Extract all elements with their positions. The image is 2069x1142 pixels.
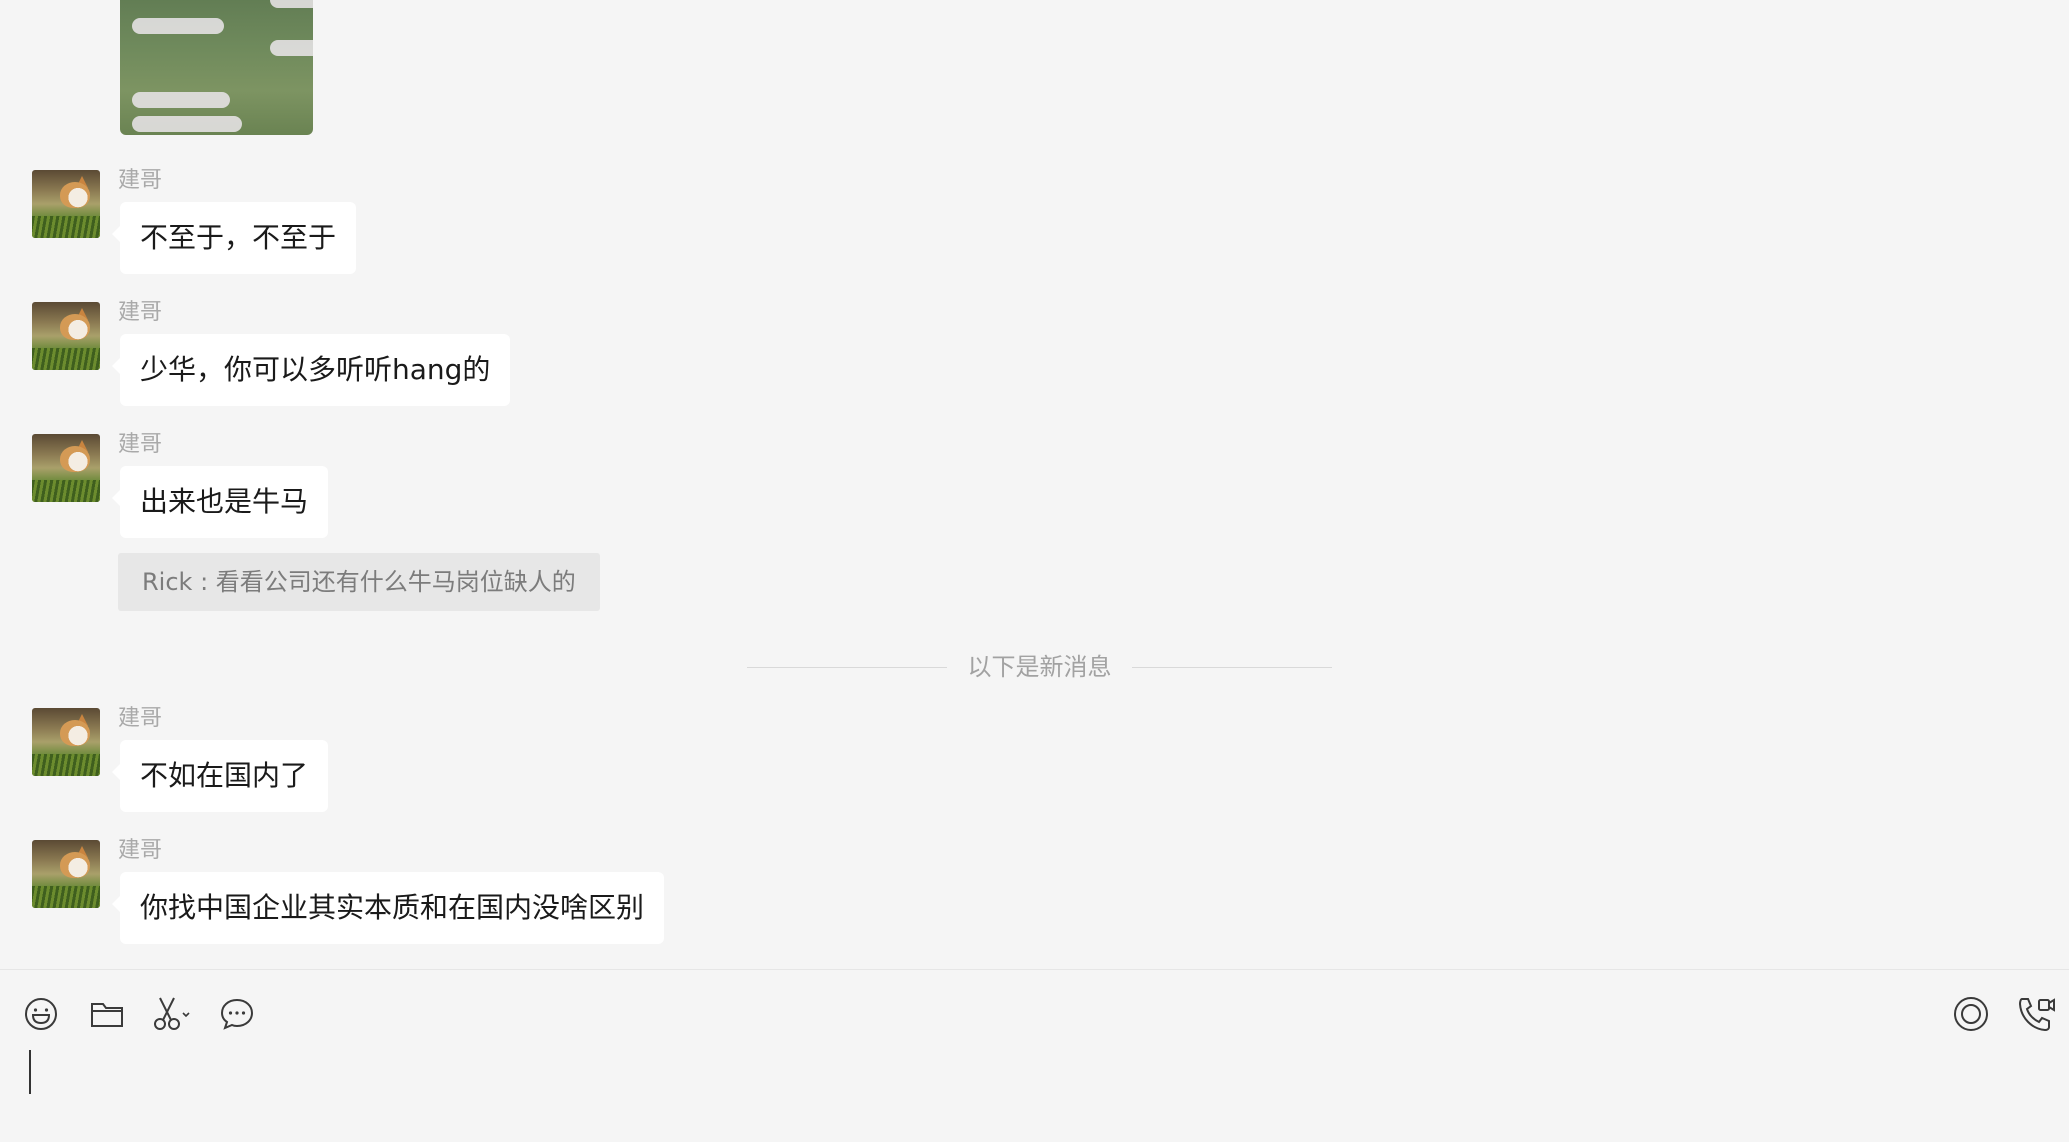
message-bubble[interactable]: 出来也是牛马 [111,466,329,538]
avatar[interactable] [32,840,100,908]
call-icon [2018,998,2055,1032]
message-row: 建哥 不如在国内了 [0,706,2069,828]
screenshot-button[interactable] [152,994,192,1034]
sender-name: 建哥 [118,838,163,863]
text-input-cursor[interactable] [29,1050,31,1094]
message-row: 建哥 出来也是牛马 [0,432,2069,554]
sender-name: 建哥 [118,300,163,325]
sender-name: 建哥 [118,168,163,193]
avatar[interactable] [32,434,100,502]
message-bubble[interactable]: 少华，你可以多听听hang的 [111,334,511,406]
sender-name: 建哥 [118,706,163,731]
new-messages-divider: 以下是新消息 [747,652,1332,682]
message-bubble[interactable]: 不如在国内了 [111,740,329,812]
chat-messages-area[interactable]: 建哥 不至于，不至于 建哥 少华，你可以多听听hang的 建哥 出来也是牛马 R… [0,0,2069,969]
message-row: 建哥 你找中国企业其实本质和在国内没啥区别 [0,838,2069,960]
emoji-icon [25,998,57,1030]
quoted-reply[interactable]: Rick : 看看公司还有什么牛马岗位缺人的 [118,553,600,611]
chat-history-button[interactable] [217,994,257,1034]
sender-name: 建哥 [118,432,163,457]
live-button[interactable] [1951,994,1991,1034]
message-bubble[interactable]: 不至于，不至于 [111,202,357,274]
message-input-area [0,969,2069,1142]
message-row: 建哥 不至于，不至于 [0,168,2069,290]
avatar[interactable] [32,302,100,370]
message-bubble[interactable]: 你找中国企业其实本质和在国内没啥区别 [111,872,665,944]
divider-line [1132,667,1332,668]
chat-history-icon [220,998,254,1030]
scissors-icon [154,997,190,1030]
emoji-button[interactable] [21,994,61,1034]
message-row: 建哥 少华，你可以多听听hang的 [0,300,2069,422]
send-file-button[interactable] [87,994,127,1034]
call-button[interactable] [2016,994,2056,1034]
live-icon [1954,997,1988,1031]
avatar[interactable] [32,708,100,776]
folder-icon [91,1003,123,1027]
avatar[interactable] [32,170,100,238]
image-message[interactable] [120,0,313,135]
